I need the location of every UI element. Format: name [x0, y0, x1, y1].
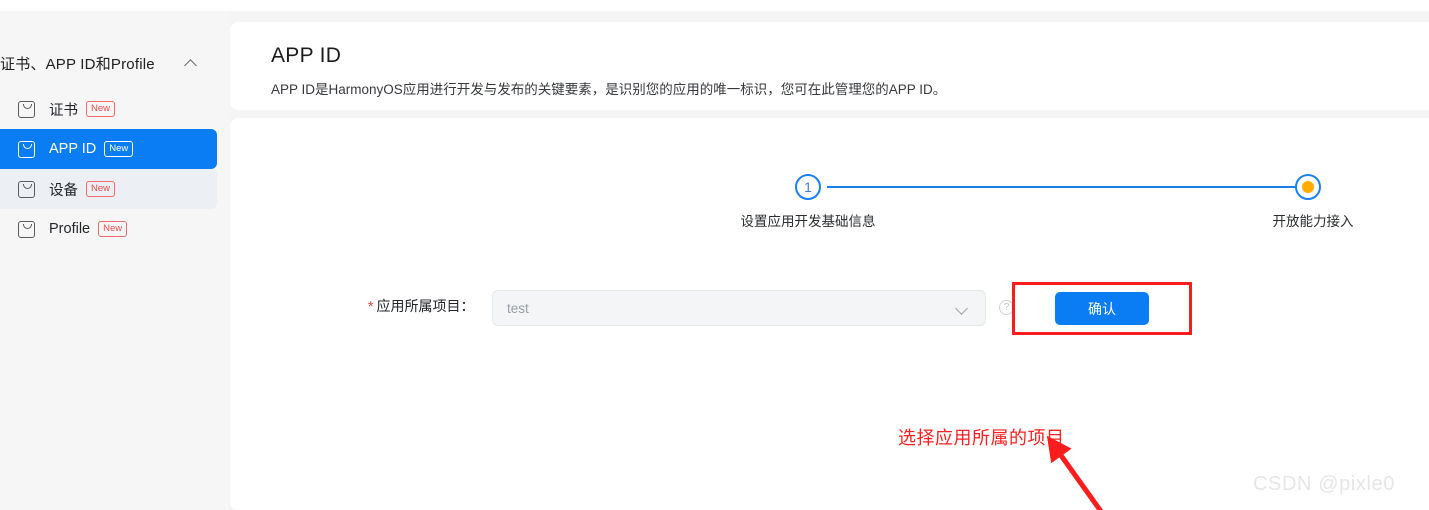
sidebar-item-certificate[interactable]: 证书 New	[0, 89, 217, 129]
required-marker: *	[368, 298, 374, 314]
confirm-button[interactable]: 确认	[1055, 292, 1149, 325]
sidebar: 证书、APP ID和Profile 证书 New APP ID New 设备 N…	[0, 11, 229, 510]
page-description: APP ID是HarmonyOS应用进行开发与发布的关键要素，是识别您的应用的唯…	[271, 82, 947, 97]
stepper-step-2-dot-icon	[1302, 181, 1314, 193]
certificate-icon	[18, 140, 35, 158]
header-card: APP ID APP ID是HarmonyOS应用进行开发与发布的关键要素，是识…	[230, 22, 1429, 110]
stepper-connector-line	[827, 186, 1306, 188]
sidebar-item-device[interactable]: 设备 New	[0, 169, 217, 209]
sidebar-item-label: 设备	[49, 182, 78, 199]
page-title: APP ID	[271, 44, 342, 67]
app-root: 证书、APP ID和Profile 证书 New APP ID New 设备 N…	[0, 0, 1429, 510]
annotation-text: 选择应用所属的项目	[898, 428, 1065, 448]
stepper-step-1-number: 1	[804, 179, 812, 195]
project-field-label-text: 应用所属项目：	[376, 298, 475, 314]
stepper-step-1-label: 设置应用开发基础信息	[740, 214, 876, 229]
sidebar-nav-list: 证书 New APP ID New 设备 New Profile New	[0, 89, 229, 249]
stepper-step-2[interactable]	[1295, 174, 1321, 200]
certificate-icon	[18, 220, 35, 238]
sidebar-item-label: Profile	[49, 221, 91, 237]
badge-new: New	[86, 100, 116, 118]
project-select-value: test	[507, 300, 529, 316]
sidebar-item-label: 证书	[49, 102, 78, 119]
sidebar-item-app-id[interactable]: APP ID New	[0, 129, 217, 169]
sidebar-group-title: 证书、APP ID和Profile	[0, 55, 155, 73]
sidebar-item-label: APP ID	[49, 141, 97, 157]
chevron-up-icon[interactable]	[185, 57, 197, 69]
watermark: CSDN @pixle0	[1253, 473, 1395, 495]
badge-new: New	[86, 180, 116, 198]
badge-new: New	[98, 220, 128, 238]
chevron-down-icon[interactable]	[955, 301, 969, 315]
badge-new: New	[104, 140, 134, 158]
project-select[interactable]: test	[492, 290, 986, 326]
main-card: 1 设置应用开发基础信息 开放能力接入 * 应用所属项目： test ? 确认	[230, 118, 1429, 510]
certificate-icon	[18, 180, 35, 198]
project-field-label: * 应用所属项目：	[368, 296, 474, 316]
sidebar-item-profile[interactable]: Profile New	[0, 209, 217, 249]
certificate-icon	[18, 100, 35, 118]
sidebar-group-header[interactable]: 证书、APP ID和Profile	[0, 42, 217, 84]
stepper: 1 设置应用开发基础信息 开放能力接入	[230, 118, 1429, 238]
confirm-button-highlight-box: 确认	[1012, 282, 1192, 335]
stepper-step-1[interactable]: 1	[795, 174, 821, 200]
stepper-step-2-label: 开放能力接入	[1272, 214, 1354, 229]
